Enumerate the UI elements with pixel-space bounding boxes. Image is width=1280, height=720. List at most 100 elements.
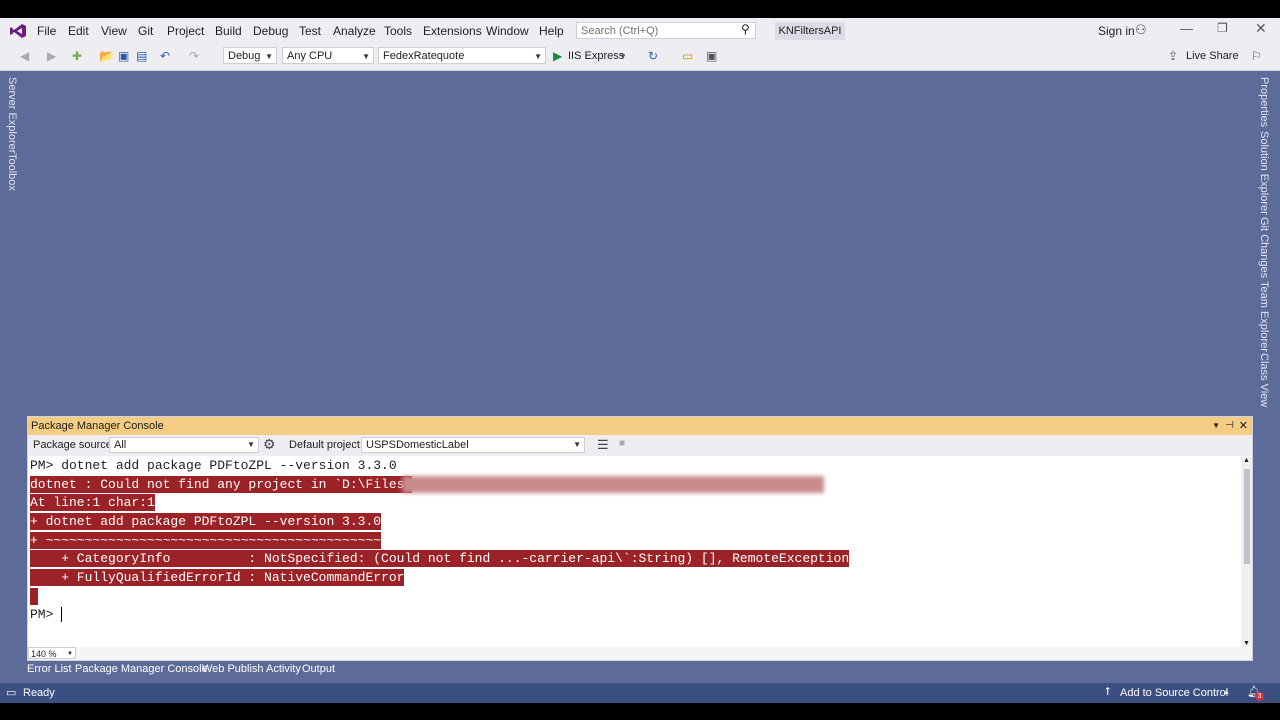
sign-in-link[interactable]: Sign in [1098,24,1135,38]
menu-view[interactable]: View [101,24,127,38]
tab-class-view[interactable]: Class View [1258,353,1270,407]
user-icon[interactable]: ⚇ [1135,22,1147,38]
tool-window-tabs: Error List Package Manager Console Web P… [0,661,1280,683]
pmc-title-bar: Package Manager Console ▼ ⊣ ✕ [28,417,1252,435]
chevron-down-icon: ▼ [573,440,581,449]
camera-icon[interactable]: ▣ [706,49,717,63]
console-error-line: + ~~~~~~~~~~~~~~~~~~~~~~~~~~~~~~~~~~~~~~… [30,532,382,549]
menu-extensions[interactable]: Extensions [423,24,482,38]
tab-server-explorer[interactable]: Server Explorer [6,77,18,153]
tab-toolbox[interactable]: Toolbox [6,153,18,191]
status-bar: ▭ Ready ⭡ Add to Source Control ▲ 🔔︎ 3 [0,683,1280,703]
tab-error-list[interactable]: Error List [27,663,72,675]
live-share-icon[interactable]: ⇪ [1168,49,1178,63]
clear-console-icon[interactable]: ☰ [597,437,609,453]
console-error-line: + dotnet add package PDFtoZPL --version … [30,513,382,530]
chevron-down-icon[interactable]: ▼ [1243,640,1250,647]
run-icon[interactable]: ▶ [553,49,562,63]
chevron-down-icon[interactable]: ▼ [1212,417,1220,435]
new-project-icon[interactable]: ✚ [72,49,82,63]
search-input[interactable]: Search (Ctrl+Q) [576,22,756,39]
menu-file[interactable]: File [37,24,56,38]
tab-git-changes[interactable]: Git Changes [1258,217,1270,278]
chevron-down-icon: ▼ [534,52,542,61]
feedback-icon[interactable]: ⚐ [1251,49,1262,63]
package-source-dropdown[interactable]: All ▼ [109,437,259,453]
chevron-down-icon[interactable]: ▼ [619,52,627,61]
restore-button[interactable]: ❐ [1217,21,1228,35]
standard-toolbar: ◀ ▶ ✚ 📂 ▣ ▤ ↶ ↷ Debug ▼ Any CPU ▼ FedexRat… [0,44,1280,71]
tab-team-explorer[interactable]: Team Explorer [1258,281,1270,352]
console-error-line: At line:1 char:1 [30,494,155,511]
stop-icon[interactable]: ■ [619,438,625,449]
title-bar: File Edit View Git Project Build Debug T… [0,18,1280,44]
add-to-source-control-button[interactable]: Add to Source Control [1120,687,1228,699]
vertical-scrollbar[interactable]: ▲ ▼ [1241,457,1252,647]
text-cursor [61,607,71,622]
notification-badge: 3 [1255,692,1264,701]
tab-properties[interactable]: Properties [1258,77,1270,127]
menu-help[interactable]: Help [539,24,564,38]
pin-icon[interactable]: ⊣ [1225,417,1234,435]
chevron-down-icon: ▼ [265,52,273,61]
tab-web-publish-activity[interactable]: Web Publish Activity [202,663,301,675]
letterbox-bottom [0,703,1280,720]
menu-git[interactable]: Git [138,24,153,38]
open-folder-icon[interactable]: 📂 [99,49,114,63]
platform-dropdown[interactable]: Any CPU ▼ [282,47,374,64]
visual-studio-logo-icon[interactable] [9,23,27,39]
config-value: Debug [228,50,261,62]
console-output[interactable]: PM> dotnet add package PDFtoZPL --versio… [28,457,1243,647]
search-icon: ⚲ [741,22,750,36]
package-manager-console: Package Manager Console ▼ ⊣ ✕ Package so… [27,416,1253,661]
save-all-icon[interactable]: ▤ [136,49,147,63]
tab-output[interactable]: Output [302,663,335,675]
menu-tools[interactable]: Tools [384,24,412,38]
package-source-label: Package source: [33,439,115,451]
live-share-button[interactable]: Live Share [1186,50,1239,62]
console-error-line: dotnet : Could not find any project in `… [30,476,413,493]
menu-build[interactable]: Build [215,24,242,38]
pmc-title: Package Manager Console [31,420,164,432]
save-icon[interactable]: ▣ [118,49,129,63]
close-button[interactable]: ✕ [1255,20,1267,37]
default-project-value: USPSDomesticLabel [366,439,469,451]
redo-icon[interactable]: ↷ [189,49,199,63]
zoom-dropdown[interactable]: 140 % ▼ [28,647,76,659]
console-prompt[interactable]: PM> [30,606,71,623]
console-error-line: + CategoryInfo : NotSpecified: (Could no… [30,550,850,567]
forward-icon[interactable]: ▶ [47,49,56,63]
chevron-up-icon[interactable]: ▲ [1243,457,1250,464]
settings-gear-icon[interactable]: ⚙ [263,436,276,453]
tab-solution-explorer[interactable]: Solution Explorer [1258,131,1270,215]
scrollbar-thumb[interactable] [1244,469,1250,564]
folder-icon[interactable]: ▭ [682,49,693,63]
menu-window[interactable]: Window [486,24,529,38]
run-target-button[interactable]: IIS Express [568,50,624,62]
horizontal-scrollbar[interactable]: 140 % ▼ [28,647,1252,660]
pmc-toolbar: Package source: All ▼ ⚙ Default project: … [28,435,1252,456]
menu-project[interactable]: Project [167,24,204,38]
package-source-value: All [114,439,127,451]
status-ready: Ready [23,687,55,699]
solution-name: KNFiltersAPI [775,22,845,40]
default-project-dropdown[interactable]: USPSDomesticLabel ▼ [361,437,585,453]
close-icon[interactable]: ✕ [1239,417,1248,435]
minimize-button[interactable]: — [1180,21,1193,36]
startup-project-value: FedexRatequote [383,50,465,62]
menu-analyze[interactable]: Analyze [333,24,376,38]
menu-test[interactable]: Test [299,24,321,38]
chevron-down-icon: ▼ [247,440,255,449]
startup-project-dropdown[interactable]: FedexRatequote ▼ [378,47,546,64]
refresh-icon[interactable]: ↻ [648,49,658,63]
chevron-down-icon: ▼ [67,651,73,657]
menu-edit[interactable]: Edit [68,24,89,38]
undo-icon[interactable]: ↶ [160,49,170,63]
back-icon[interactable]: ◀ [20,49,29,63]
menu-debug[interactable]: Debug [253,24,288,38]
chevron-up-icon[interactable]: ▲ [1223,689,1230,696]
config-dropdown[interactable]: Debug ▼ [223,47,277,64]
ready-icon: ▭ [6,687,17,699]
tab-package-manager-console[interactable]: Package Manager Console [75,663,208,675]
console-error-line: + FullyQualifiedErrorId : NativeCommandE… [30,569,405,586]
